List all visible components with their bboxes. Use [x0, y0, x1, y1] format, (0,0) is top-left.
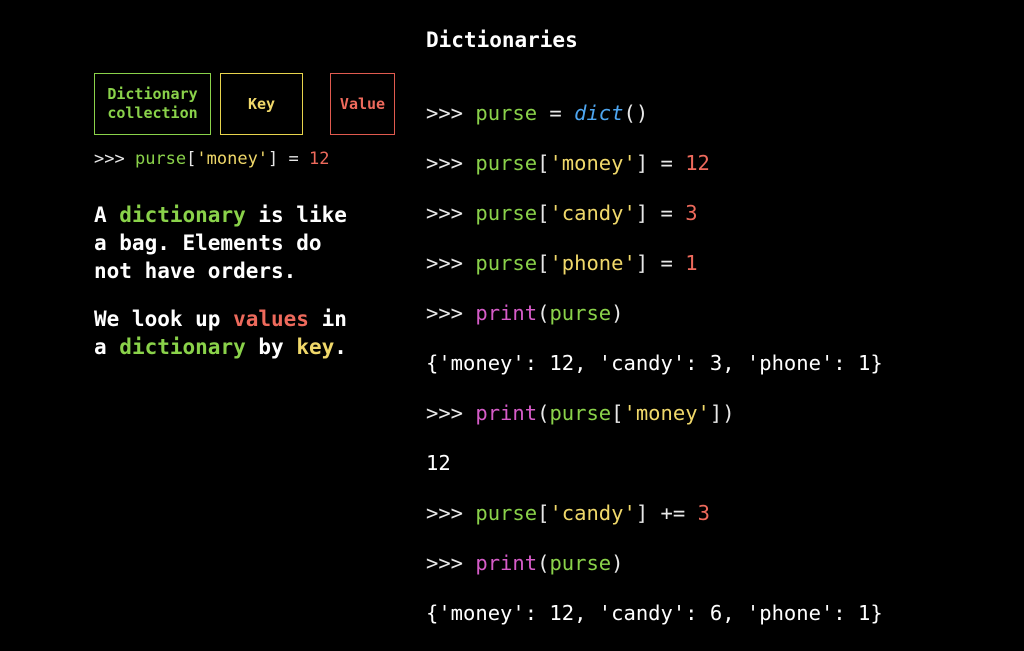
example-close: ] — [268, 149, 279, 169]
p1-a: A — [94, 203, 120, 227]
bracket: ] — [635, 251, 649, 275]
var: purse — [475, 251, 538, 275]
key: 'candy' — [549, 501, 636, 525]
legend-value: Value — [330, 73, 395, 135]
p2-values: values — [233, 307, 309, 331]
bracket: ] — [635, 151, 649, 175]
code-block: >>> purse = dict() >>> purse['money'] = … — [426, 76, 883, 651]
paren: ) — [611, 551, 624, 575]
paren: ( — [537, 551, 550, 575]
code-line-10: >>> print(purse) — [426, 551, 883, 576]
p1-line2: a bag. Elements do — [94, 231, 322, 255]
legend-dictionary-collection: Dictionary collection — [94, 73, 211, 135]
p2-key: key — [296, 335, 335, 359]
example-prompt: >>> — [94, 149, 135, 169]
prompt: >>> — [426, 301, 476, 325]
example-value: 12 — [309, 149, 330, 169]
print-fn: print — [475, 301, 538, 325]
code-line-5: >>> print(purse) — [426, 301, 883, 326]
p2-line2-b: by — [245, 335, 297, 359]
code-output-3: {'money': 12, 'candy': 6, 'phone': 1} — [426, 601, 883, 625]
p2-line1-a: We look up — [94, 307, 234, 331]
prompt: >>> — [426, 151, 476, 175]
legend-key-label: Key — [247, 94, 276, 113]
legend-dictionary-label-line2: collection — [107, 104, 198, 122]
bracket: [ — [611, 401, 624, 425]
code-line-2: >>> purse['money'] = 12 — [426, 151, 883, 176]
builtin-fn: dict — [574, 101, 624, 125]
value: 12 — [685, 151, 710, 175]
bracket-paren: ]) — [709, 401, 735, 425]
paragraph-look-up-values: We look up values in a dictionary by key. — [94, 305, 347, 361]
value: 3 — [697, 501, 710, 525]
p2-dictionary: dictionary — [119, 335, 246, 359]
legend-value-label: Value — [339, 94, 386, 113]
var: purse — [475, 501, 538, 525]
code-line-1: >>> purse = dict() — [426, 101, 883, 126]
key: 'phone' — [549, 251, 636, 275]
code-output-1: {'money': 12, 'candy': 3, 'phone': 1} — [426, 351, 883, 375]
prompt: >>> — [426, 551, 476, 575]
bracket: [ — [537, 151, 550, 175]
value: 3 — [685, 201, 698, 225]
op: += — [648, 501, 698, 525]
arg: purse — [549, 551, 612, 575]
p1-line3: not have orders. — [94, 259, 297, 283]
example-assignment: >>> purse['money'] = 12 — [94, 149, 330, 169]
paragraph-dictionary-like-bag: A dictionary is like a bag. Elements do no… — [94, 201, 347, 285]
bracket: [ — [537, 501, 550, 525]
code-line-4: >>> purse['phone'] = 1 — [426, 251, 883, 276]
slide-title: Dictionaries — [426, 28, 578, 52]
key: 'candy' — [549, 201, 636, 225]
prompt: >>> — [426, 101, 476, 125]
p1-rest1: is like — [245, 203, 347, 227]
example-var: purse — [134, 149, 187, 169]
op: = — [648, 151, 686, 175]
example-open: [ — [186, 149, 197, 169]
p2-line2-c: . — [334, 335, 347, 359]
key: 'money' — [623, 401, 710, 425]
p1-dictionary: dictionary — [119, 203, 246, 227]
key: 'money' — [549, 151, 636, 175]
var: purse — [475, 151, 538, 175]
paren: ( — [537, 401, 550, 425]
var: purse — [549, 401, 612, 425]
code-line-3: >>> purse['candy'] = 3 — [426, 201, 883, 226]
code-line-9: >>> purse['candy'] += 3 — [426, 501, 883, 526]
parens: () — [623, 101, 649, 125]
code-output-2: 12 — [426, 451, 451, 475]
bracket: ] — [635, 501, 649, 525]
prompt: >>> — [426, 251, 476, 275]
bracket: [ — [537, 201, 550, 225]
bracket: [ — [537, 251, 550, 275]
code-line-7: >>> print(purse['money']) — [426, 401, 883, 426]
print-fn: print — [475, 401, 538, 425]
p2-line1-b: in — [308, 307, 347, 331]
print-fn: print — [475, 551, 538, 575]
bracket: ] — [635, 201, 649, 225]
paren: ( — [537, 301, 550, 325]
prompt: >>> — [426, 501, 476, 525]
arg: purse — [549, 301, 612, 325]
paren: ) — [611, 301, 624, 325]
p2-line2-a: a — [94, 335, 120, 359]
var: purse — [475, 101, 538, 125]
prompt: >>> — [426, 201, 476, 225]
op: = — [648, 251, 686, 275]
value: 1 — [685, 251, 698, 275]
op: = — [537, 101, 575, 125]
legend-dictionary-label-line1: Dictionary — [107, 85, 198, 103]
var: purse — [475, 201, 538, 225]
prompt: >>> — [426, 401, 476, 425]
example-key: 'money' — [196, 149, 269, 169]
example-assign: = — [278, 149, 310, 169]
op: = — [648, 201, 686, 225]
legend-key: Key — [220, 73, 303, 135]
